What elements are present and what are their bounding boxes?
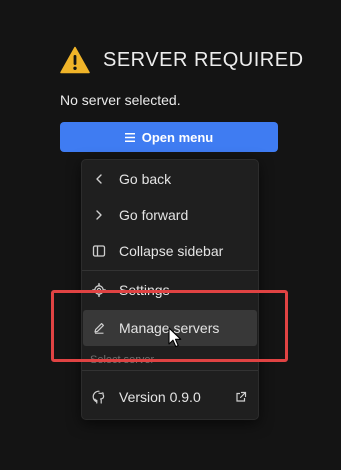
warning-triangle-icon [60,46,90,74]
gear-icon [92,283,106,297]
menu-item-go-back[interactable]: Go back [83,161,257,197]
sidebar-icon [92,245,106,257]
chevron-left-icon [96,174,102,184]
mouse-pointer-icon [168,327,182,348]
menu-item-label: Version 0.9.0 [119,389,201,405]
pencil-icon [94,323,104,334]
open-menu-label: Open menu [141,129,214,145]
page-header: SERVER REQUIRED [60,46,304,74]
menu-item-label: Settings [119,282,170,298]
menu-item-collapse-sidebar[interactable]: Collapse sidebar [83,233,257,269]
chevron-right-icon [96,210,102,220]
menu-item-go-forward[interactable]: Go forward [83,197,257,233]
menu-item-label: Collapse sidebar [119,243,224,259]
menu-item-label: Go forward [119,207,189,223]
group-label-select-server: Select server [90,354,155,366]
status-message: No server selected. [60,92,181,108]
github-icon [92,390,105,404]
menu-divider [82,370,258,371]
server-required-page: SERVER REQUIRED No server selected. Open… [0,0,341,470]
external-link-icon [236,391,247,402]
page-title: SERVER REQUIRED [103,48,304,71]
open-menu-button[interactable]: Open menu [60,122,278,152]
menu-divider [82,270,258,271]
menu-item-version[interactable]: Version 0.9.0 [83,379,257,415]
menu-item-settings[interactable]: Settings [83,272,257,308]
hamburger-icon [124,132,135,142]
menu-item-label: Go back [119,171,172,187]
dropdown-menu: Go back Go forward Collapse sidebar Sett… [81,159,259,420]
